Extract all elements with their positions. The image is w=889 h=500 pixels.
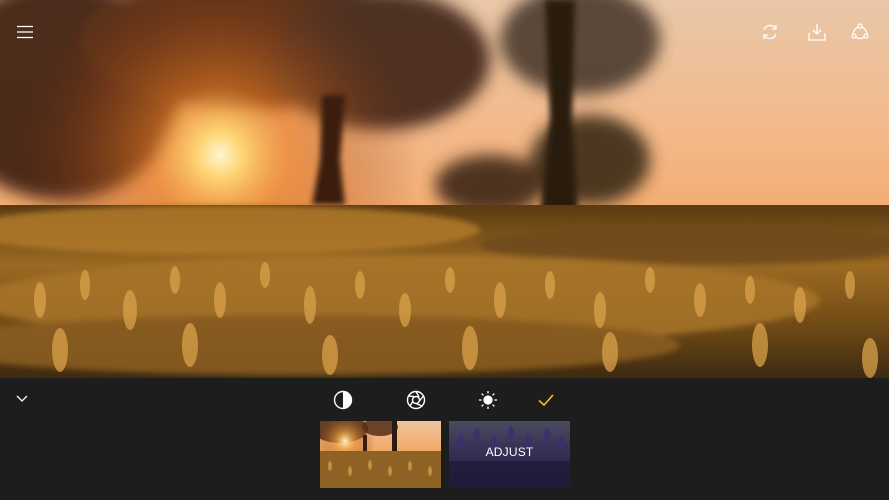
thumbnail-label: ADJUST bbox=[485, 445, 534, 459]
chevron-down-icon[interactable] bbox=[12, 388, 32, 408]
download-icon[interactable] bbox=[807, 22, 827, 42]
edit-panel: ADJUST bbox=[0, 378, 889, 500]
contrast-icon[interactable] bbox=[333, 390, 353, 410]
brightness-icon[interactable] bbox=[478, 390, 498, 410]
thumbnail-original[interactable] bbox=[320, 421, 441, 488]
hamburger-icon[interactable] bbox=[15, 22, 35, 42]
share-icon[interactable] bbox=[850, 22, 870, 42]
checkmark-icon[interactable] bbox=[536, 390, 556, 410]
rotate-icon[interactable] bbox=[760, 22, 780, 42]
photo-canvas bbox=[0, 0, 889, 378]
aperture-icon[interactable] bbox=[406, 390, 426, 410]
thumbnail-adjust[interactable]: ADJUST bbox=[449, 421, 570, 488]
